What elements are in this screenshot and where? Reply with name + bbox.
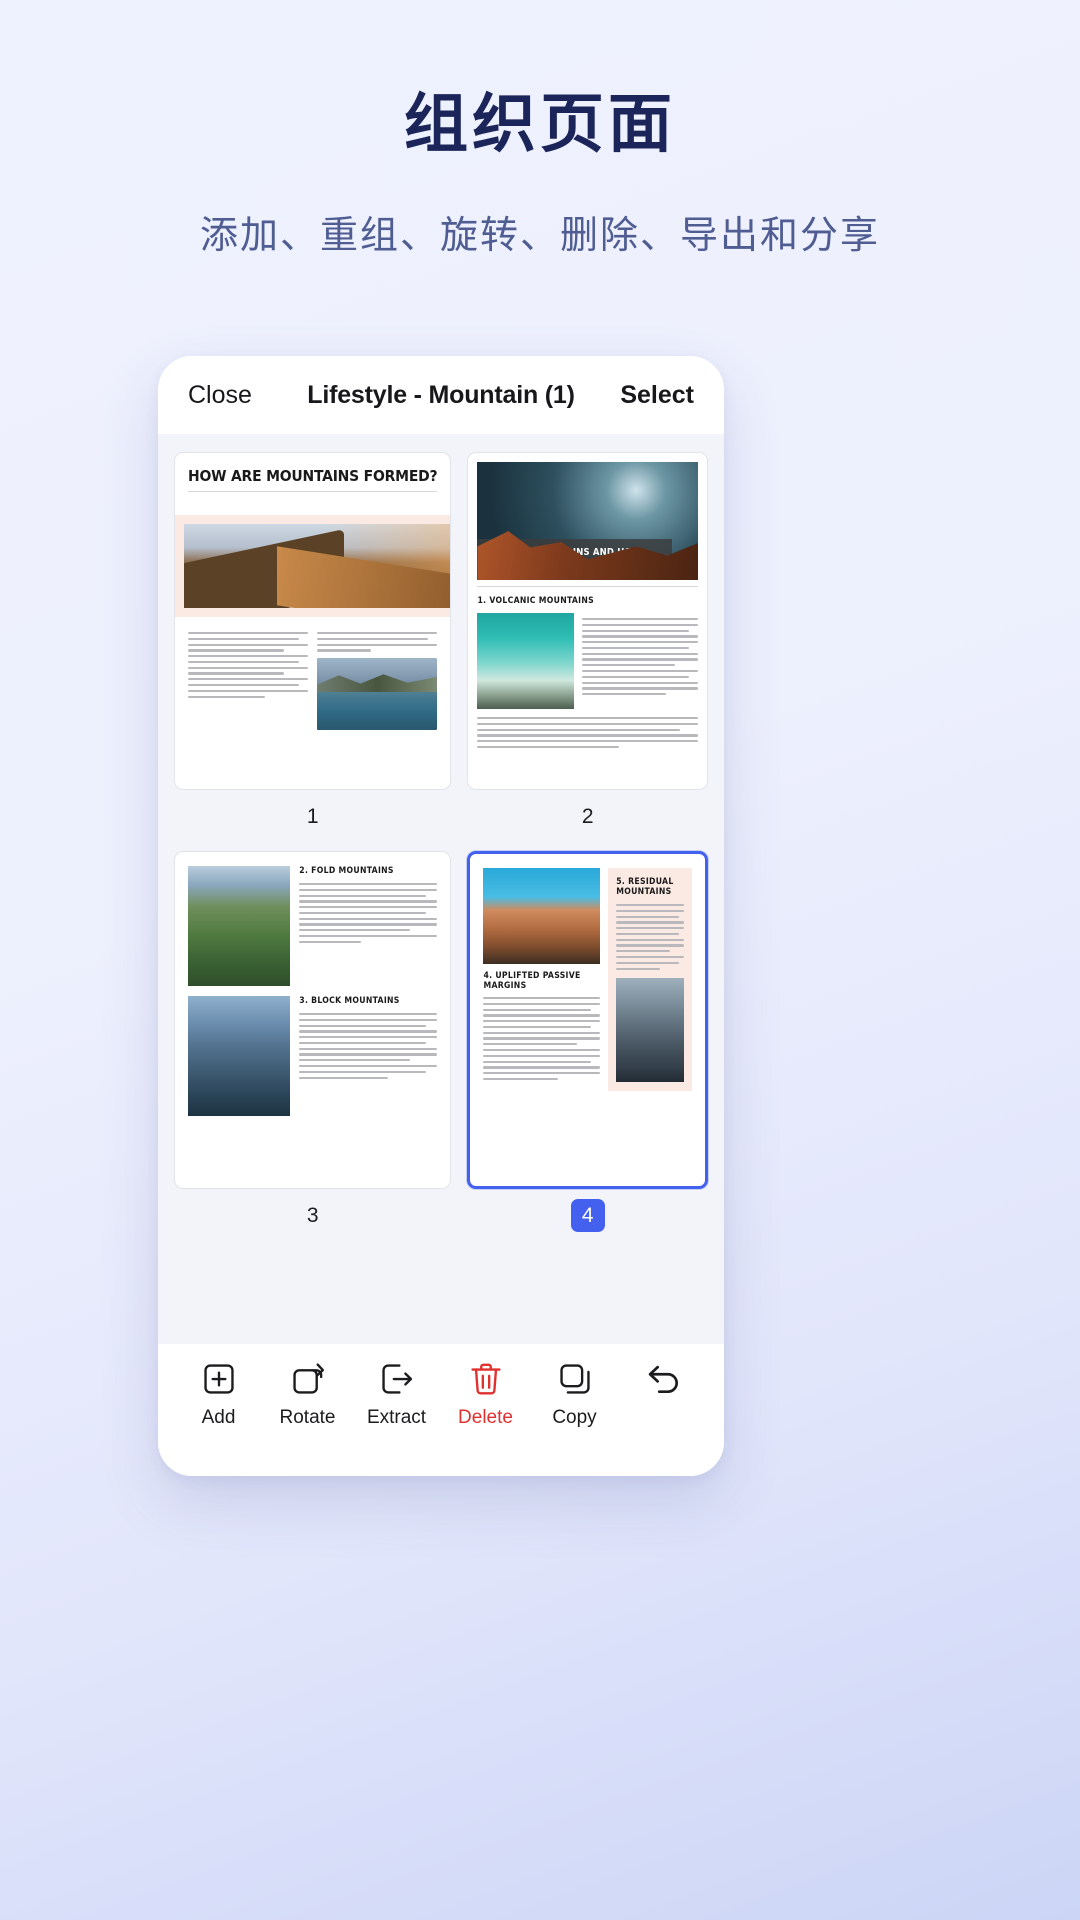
page-4-right-column: 5. RESIDUAL MOUNTAINS [608,868,692,1091]
divider [477,586,698,587]
delete-button[interactable]: Delete [444,1360,528,1427]
page-grid-area[interactable]: HOW ARE MOUNTAINS FORMED? 1 TYPE OF MOUN… [158,434,724,1344]
body-text-lines [582,618,698,696]
page-3-text-2: 3. BLOCK MOUNTAINS [299,996,438,1116]
page-2-heading: TYPE OF MOUNTAINS AND HOW ARE THEY FORME… [477,538,672,580]
page-number-4[interactable]: 4 [570,1199,605,1232]
copy-label: Copy [552,1407,597,1428]
copy-icon [556,1360,594,1398]
body-text-lines [483,997,601,1081]
delete-label: Delete [458,1407,513,1428]
night-sky-photo: TYPE OF MOUNTAINS AND HOW ARE THEY FORME… [477,462,698,580]
body-text-lines [299,883,438,943]
page-3-heading-1: 2. FOLD MOUNTAINS [299,866,394,876]
copy-button[interactable]: Copy [533,1360,617,1427]
reflection-photo [188,996,291,1116]
page-thumbnail-2[interactable]: TYPE OF MOUNTAINS AND HOW ARE THEY FORME… [467,452,708,790]
page-4-left-column: 4. UPLIFTED PASSIVE MARGINS [483,868,601,1084]
mountain-photo [184,524,451,608]
page-3-document: 2. FOLD MOUNTAINS 3. BLOCK MOUNTAINS [175,852,450,1188]
page-4-heading-1: 4. UPLIFTED PASSIVE MARGINS [483,971,581,991]
page-1-hero-frame [175,515,451,617]
page-subtitle: 添加、重组、旋转、删除、导出和分享 [199,214,880,257]
page-4-document: 4. UPLIFTED PASSIVE MARGINS 5. RESIDUAL … [470,854,705,1186]
body-text-lines [299,1013,438,1079]
page-number-3[interactable]: 3 [296,1199,330,1232]
lake-photo [317,657,438,730]
body-text-lines [616,904,684,970]
page-cell-4: 4. UPLIFTED PASSIVE MARGINS 5. RESIDUAL … [467,851,708,1246]
extract-label: Extract [366,1407,427,1428]
extract-button[interactable]: Extract [355,1360,439,1427]
page-1-image-column [317,627,438,730]
select-button[interactable]: Select [620,381,694,410]
page-grid: HOW ARE MOUNTAINS FORMED? 1 TYPE OF MOUN… [174,452,708,1246]
peak-photo [483,868,601,964]
page-3-section-1: 2. FOLD MOUNTAINS [188,866,438,986]
page-thumbnail-4[interactable]: 4. UPLIFTED PASSIVE MARGINS 5. RESIDUAL … [467,851,708,1189]
body-text-lines [317,632,438,652]
bottom-toolbar: Add Rotate Extract Delete Copy [158,1344,724,1476]
valley-photo [188,866,291,986]
trash-icon [467,1360,505,1398]
page-4-top-row: 4. UPLIFTED PASSIVE MARGINS 5. RESIDUAL … [483,868,692,1091]
add-page-icon [200,1360,238,1398]
rotate-icon [289,1360,327,1398]
page-thumbnail-1[interactable]: HOW ARE MOUNTAINS FORMED? [174,452,452,790]
rotate-label: Rotate [279,1407,336,1428]
undo-arrow-icon [645,1360,683,1398]
divider [188,491,438,492]
close-button[interactable]: Close [188,381,252,410]
page-3-text-1: 2. FOLD MOUNTAINS [299,866,438,986]
page-3-section-2: 3. BLOCK MOUNTAINS [188,996,438,1116]
page-number-2[interactable]: 2 [571,800,605,833]
body-text-lines [188,632,309,698]
add-label: Add [201,1407,236,1428]
page-number-1[interactable]: 1 [296,800,330,833]
extract-icon [378,1360,416,1398]
rock-photo [616,977,684,1082]
page-title: 组织页面 [404,88,676,160]
page-2-document: TYPE OF MOUNTAINS AND HOW ARE THEY FORME… [468,453,707,789]
body-text-lines [477,717,698,749]
page-cell-3: 2. FOLD MOUNTAINS 3. BLOCK MOUNTAINS 3 [174,851,452,1246]
page-2-body [477,613,698,709]
page-thumbnail-3[interactable]: 2. FOLD MOUNTAINS 3. BLOCK MOUNTAINS [174,851,452,1189]
page-2-text-column [582,613,698,709]
undo-button[interactable] [622,1360,706,1408]
page-3-heading-2: 3. BLOCK MOUNTAINS [299,996,400,1006]
page-1-document: HOW ARE MOUNTAINS FORMED? [175,453,451,789]
page-4-heading-2: 5. RESIDUAL MOUNTAINS [616,877,674,897]
phone-mockup: Close Lifestyle - Mountain (1) Select HO… [158,356,724,1476]
page-2-section-heading: 1. VOLCANIC MOUNTAINS [477,596,594,606]
page-1-text-column [188,627,309,730]
promo-header: 组织页面 添加、重组、旋转、删除、导出和分享 [0,0,1080,259]
page-cell-2: TYPE OF MOUNTAINS AND HOW ARE THEY FORME… [467,452,708,847]
app-top-bar: Close Lifestyle - Mountain (1) Select [158,356,724,434]
page-cell-1: HOW ARE MOUNTAINS FORMED? 1 [174,452,452,847]
page-1-heading: HOW ARE MOUNTAINS FORMED? [188,467,438,485]
lagoon-photo [477,613,575,709]
page-1-columns [175,617,450,730]
rotate-button[interactable]: Rotate [266,1360,350,1427]
add-button[interactable]: Add [177,1360,261,1427]
